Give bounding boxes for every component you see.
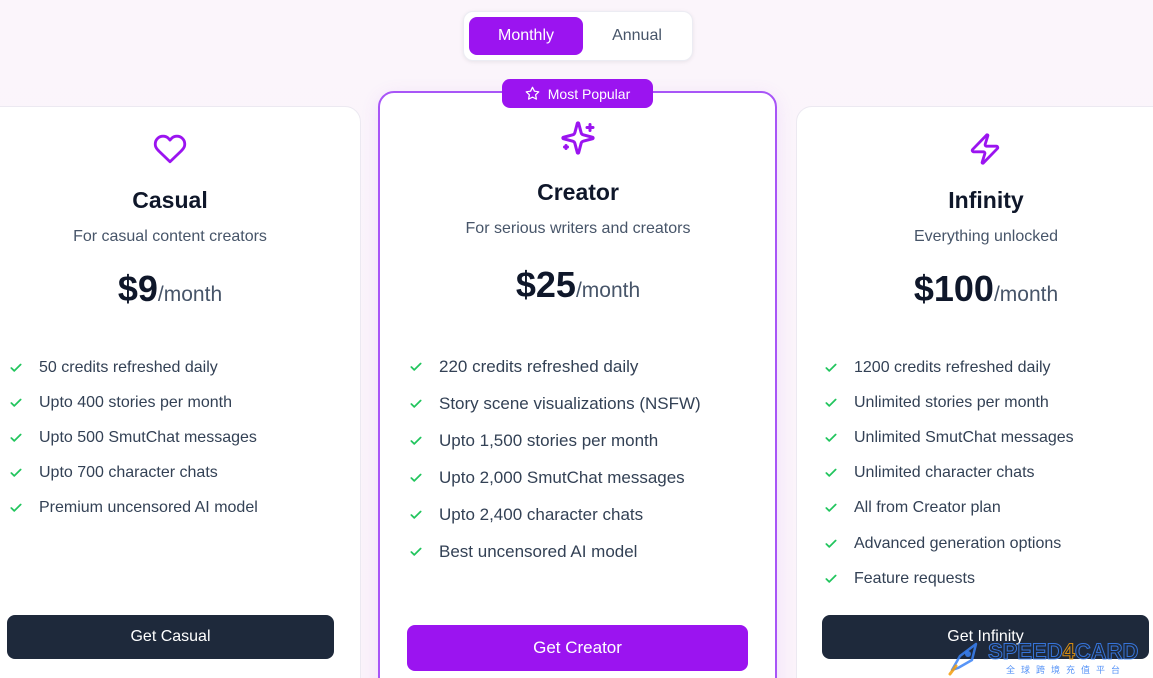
plan-title-creator: Creator — [537, 179, 619, 205]
feature-list-casual: 50 credits refreshed daily Upto 400 stor… — [9, 350, 258, 526]
annual-toggle-button[interactable]: Annual — [592, 17, 682, 55]
feature-text: Premium uncensored AI model — [39, 499, 258, 517]
feature-text: Feature requests — [854, 569, 975, 587]
feature-item: Upto 500 SmutChat messages — [9, 420, 258, 455]
feature-item: 1200 credits refreshed daily — [824, 350, 1074, 385]
feature-item: Best uncensored AI model — [409, 533, 701, 570]
check-icon — [410, 547, 422, 556]
check-icon — [410, 473, 422, 482]
get-casual-button[interactable]: Get Casual — [7, 615, 334, 659]
feature-text: Best uncensored AI model — [439, 541, 638, 561]
feature-text: Unlimited character chats — [854, 464, 1035, 482]
feature-item: Premium uncensored AI model — [9, 491, 258, 526]
lightning-icon — [968, 132, 1002, 166]
check-icon — [825, 503, 837, 513]
svg-text:全球跨境充值平台: 全球跨境充值平台 — [1006, 664, 1126, 676]
plan-title-infinity: Infinity — [948, 187, 1024, 213]
plan-title-casual: Casual — [132, 187, 208, 213]
feature-text: Upto 700 character chats — [39, 464, 218, 482]
feature-item: 220 credits refreshed daily — [409, 348, 701, 385]
feature-list-creator: 220 credits refreshed daily Story scene … — [409, 348, 701, 570]
feature-text: 50 credits refreshed daily — [39, 358, 218, 376]
feature-text: Upto 1,500 stories per month — [439, 430, 659, 450]
feature-item: Upto 1,500 stories per month — [409, 422, 701, 459]
feature-text: Upto 500 SmutChat messages — [39, 428, 257, 446]
check-icon — [410, 510, 422, 519]
feature-text: Upto 2,400 character chats — [439, 504, 644, 524]
star-icon — [525, 86, 540, 100]
price-amount: $25 — [515, 264, 576, 305]
check-icon — [410, 362, 422, 371]
heart-icon — [153, 132, 187, 166]
check-icon — [410, 436, 422, 445]
feature-item: Story scene visualizations (NSFW) — [409, 385, 701, 422]
price-period: /month — [575, 279, 641, 302]
get-creator-button[interactable]: Get Creator — [407, 625, 748, 671]
feature-item: Unlimited SmutChat messages — [824, 420, 1074, 455]
feature-text: Unlimited SmutChat messages — [854, 428, 1074, 446]
check-icon — [10, 363, 22, 372]
plan-price-casual: $9 /month — [20, 268, 320, 310]
feature-item: Advanced generation options — [824, 526, 1074, 561]
feature-text: 220 credits refreshed daily — [439, 356, 639, 376]
feature-text: Upto 2,000 SmutChat messages — [439, 467, 685, 487]
plan-price-infinity: $100 /month — [836, 268, 1136, 310]
price-amount: $100 — [913, 268, 994, 309]
check-icon — [825, 574, 837, 583]
feature-text: 1200 credits refreshed daily — [854, 358, 1051, 376]
check-icon — [10, 468, 22, 477]
speed4card-watermark-logo: SPEED4CARD 全球跨境充值平台 — [946, 636, 1151, 678]
feature-item: 50 credits refreshed daily — [9, 350, 258, 385]
check-icon — [825, 433, 837, 442]
monthly-toggle-button[interactable]: Monthly — [469, 17, 583, 55]
feature-item: Upto 2,000 SmutChat messages — [409, 459, 701, 496]
feature-list-infinity: 1200 credits refreshed daily Unlimited s… — [824, 350, 1074, 596]
feature-item: Upto 700 character chats — [9, 456, 258, 491]
check-icon — [10, 433, 22, 442]
feature-item: Unlimited character chats — [824, 456, 1074, 491]
price-amount: $9 — [117, 268, 158, 309]
plan-subtitle-casual: For casual content creators — [73, 228, 267, 245]
plan-subtitle-infinity: Everything unlocked — [913, 228, 1059, 245]
check-icon — [825, 398, 837, 407]
sparkles-icon — [560, 120, 596, 156]
feature-item: Upto 2,400 character chats — [409, 496, 701, 533]
badge-label: Most Popular — [547, 85, 631, 102]
svg-text:SPEED4CARD: SPEED4CARD — [988, 639, 1138, 664]
feature-text: Story scene visualizations (NSFW) — [439, 393, 701, 413]
check-icon — [825, 539, 837, 548]
check-icon — [10, 398, 22, 407]
price-period: /month — [993, 283, 1059, 306]
feature-text: Upto 400 stories per month — [39, 393, 232, 411]
feature-item: Upto 400 stories per month — [9, 385, 258, 420]
plan-price-creator: $25 /month — [428, 264, 728, 306]
feature-text: Unlimited stories per month — [854, 393, 1049, 411]
feature-item: Unlimited stories per month — [824, 385, 1074, 420]
rocket-icon — [948, 642, 978, 676]
price-period: /month — [157, 283, 223, 306]
plan-subtitle-creator: For serious writers and creators — [465, 220, 691, 237]
feature-item: All from Creator plan — [824, 491, 1074, 526]
most-popular-badge: Most Popular — [502, 79, 653, 108]
feature-text: Advanced generation options — [854, 534, 1062, 552]
feature-item: Feature requests — [824, 561, 1074, 596]
check-icon — [825, 363, 837, 372]
feature-text: All from Creator plan — [854, 499, 1001, 517]
check-icon — [410, 399, 422, 408]
check-icon — [10, 503, 22, 513]
billing-toggle: Monthly Annual — [463, 11, 693, 61]
check-icon — [825, 468, 837, 477]
